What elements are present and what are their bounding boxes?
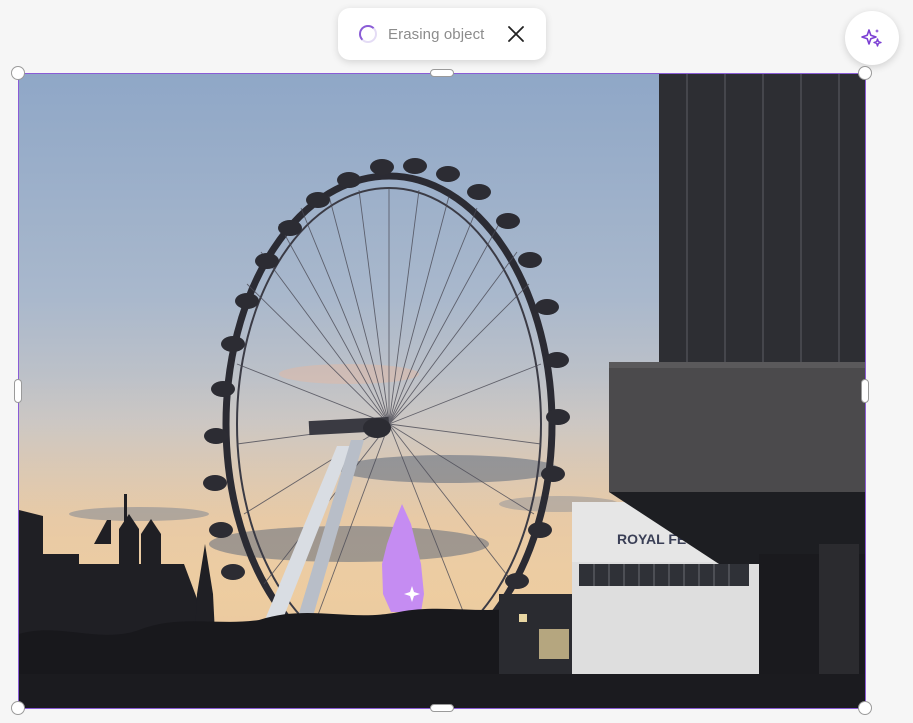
resize-handle-bottom[interactable] [430, 704, 454, 712]
resize-handle-bottom-right[interactable] [858, 701, 872, 715]
resize-handle-left[interactable] [14, 379, 22, 403]
loading-spinner-icon [359, 25, 377, 43]
image-canvas[interactable]: ROYAL FE [18, 73, 866, 709]
erasing-status-pill: Erasing object [338, 8, 546, 60]
resize-handle-top-right[interactable] [858, 66, 872, 80]
resize-handle-top-left[interactable] [11, 66, 25, 80]
resize-handle-bottom-left[interactable] [11, 701, 25, 715]
sparkles-icon [861, 29, 882, 47]
status-text: Erasing object [388, 26, 485, 43]
london-eye-photo: ROYAL FE [19, 74, 865, 708]
cancel-erase-button[interactable] [504, 22, 528, 46]
resize-handle-top[interactable] [430, 69, 454, 77]
generative-fill-button[interactable] [845, 11, 899, 65]
resize-handle-right[interactable] [861, 379, 869, 403]
close-icon [508, 26, 524, 42]
